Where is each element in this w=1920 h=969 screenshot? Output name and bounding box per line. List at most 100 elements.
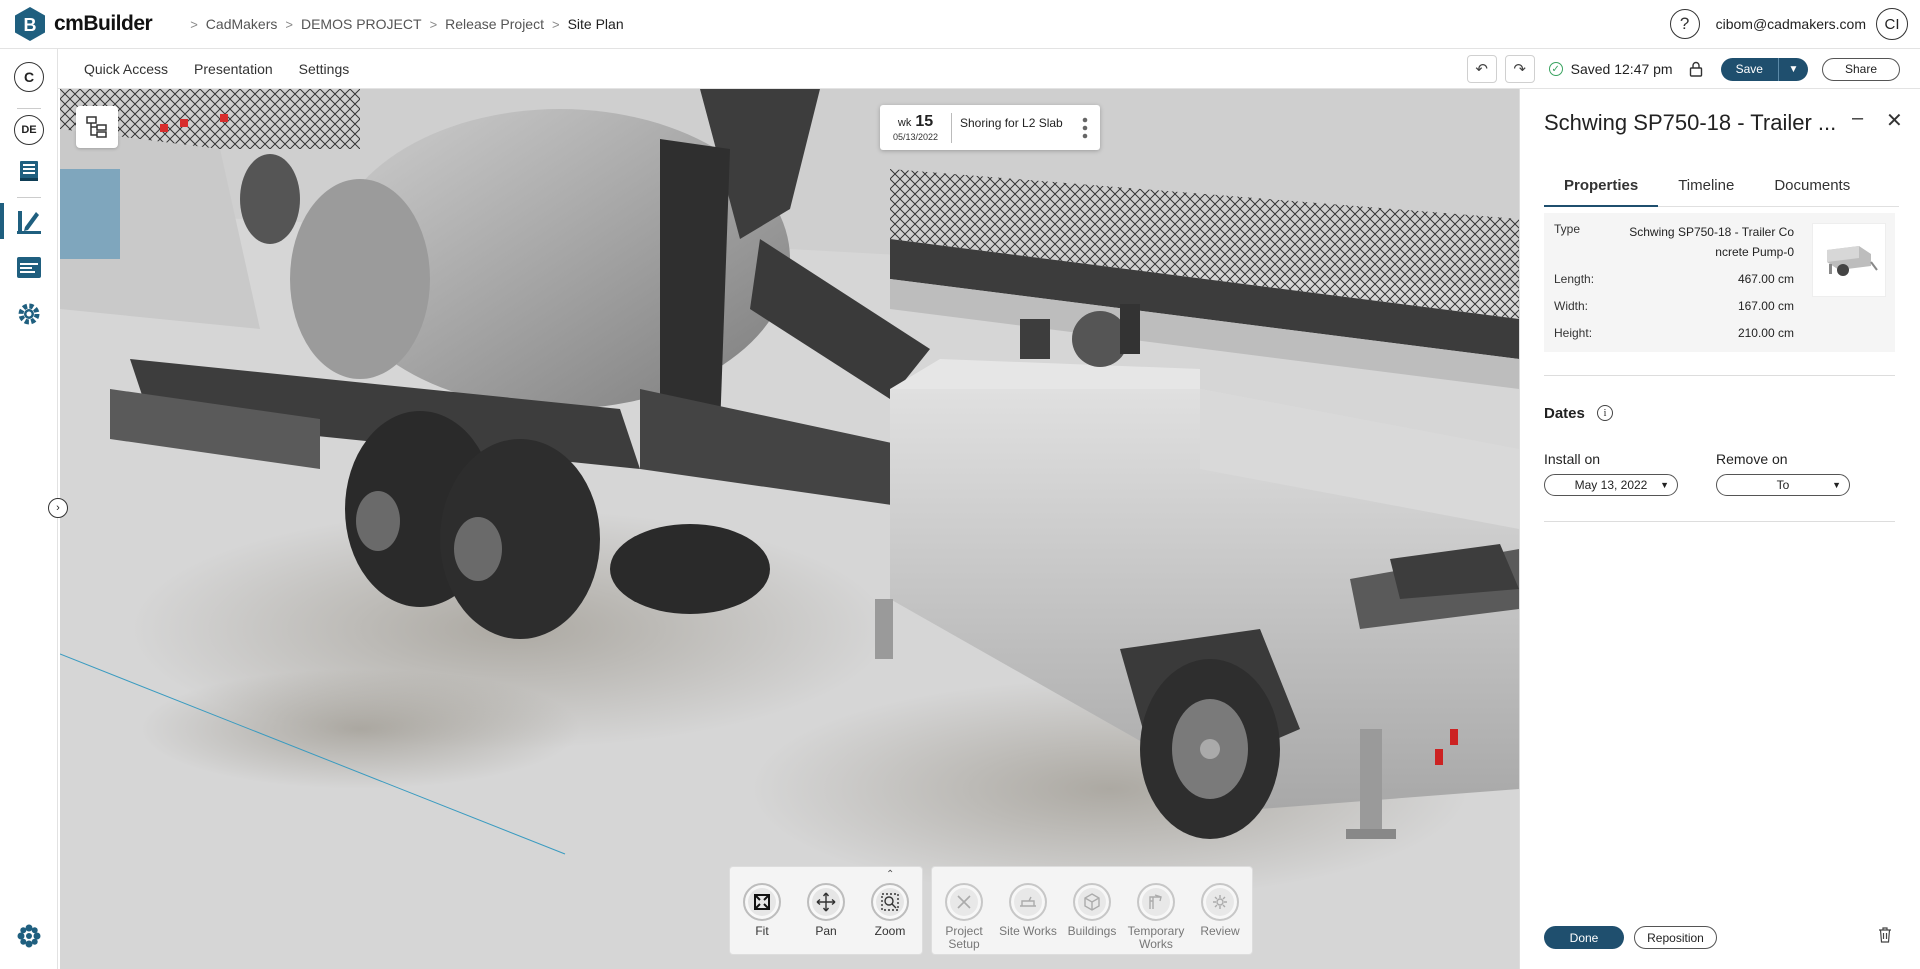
save-dropdown-chevron-icon[interactable]: ▼ xyxy=(1777,57,1808,81)
module-tools: Project Setup Site Works Buildings Tempo… xyxy=(931,866,1253,955)
breadcrumb-separator: > xyxy=(429,16,438,32)
remove-on-label: Remove on xyxy=(1716,451,1788,467)
dates-heading: Dates xyxy=(1544,405,1585,422)
week-task-name: Shoring for L2 Slab xyxy=(960,115,1063,130)
breadcrumb-item-cadmakers[interactable]: CadMakers xyxy=(206,16,278,32)
week-label: wk 15 xyxy=(897,113,934,130)
buildings-icon xyxy=(1073,883,1111,921)
pan-tool[interactable]: Pan xyxy=(796,883,856,954)
buildings-label: Buildings xyxy=(1067,924,1117,938)
avatar[interactable]: CI xyxy=(1876,8,1908,40)
3d-viewport[interactable]: wk 15 05/13/2022 Shoring for L2 Slab xyxy=(60,89,1519,969)
toolbar-right: ↶ ↷ ✓ Saved 12:47 pm Save ▼ Share xyxy=(1459,55,1900,83)
delete-trash-icon[interactable] xyxy=(1878,927,1892,948)
close-icon[interactable]: ✕ xyxy=(1886,108,1903,133)
breadcrumb-item-release-project[interactable]: Release Project xyxy=(445,16,544,32)
zoom-label: Zoom xyxy=(874,924,906,938)
company-badge[interactable]: C xyxy=(14,62,44,92)
saved-check-icon: ✓ xyxy=(1548,62,1563,76)
menu-quick-access[interactable]: Quick Access xyxy=(84,61,168,77)
undo-icon[interactable]: ↶ xyxy=(1466,55,1497,83)
schedule-week-card[interactable]: wk 15 05/13/2022 Shoring for L2 Slab xyxy=(880,105,1100,150)
temporary-works-tool[interactable]: Temporary Works xyxy=(1126,883,1186,954)
site-works-tool[interactable]: Site Works xyxy=(998,883,1058,954)
install-date-select[interactable]: May 13, 2022 ▼ xyxy=(1544,474,1678,496)
minimize-icon[interactable]: – xyxy=(1852,107,1863,130)
tab-documents[interactable]: Documents xyxy=(1754,177,1870,207)
review-icon xyxy=(1201,883,1239,921)
zoom-icon xyxy=(871,883,909,921)
divider xyxy=(1544,375,1895,376)
model-tree-icon[interactable] xyxy=(76,106,118,148)
divider xyxy=(1544,521,1895,522)
menu-settings[interactable]: Settings xyxy=(299,61,350,77)
install-on-label: Install on xyxy=(1544,451,1601,467)
brand-name: cmBuilder xyxy=(54,12,153,35)
site-works-label: Site Works xyxy=(999,924,1057,938)
breadcrumb: > CadMakers > DEMOS PROJECT > Release Pr… xyxy=(182,16,623,32)
saved-text: Saved 12:47 pm xyxy=(1570,61,1673,77)
week-number: 15 xyxy=(915,113,934,130)
type-label: Type xyxy=(1554,222,1581,236)
save-button[interactable]: Save xyxy=(1720,57,1778,81)
expand-rail-chevron-icon[interactable]: › xyxy=(48,498,68,518)
share-button[interactable]: Share xyxy=(1821,57,1900,81)
info-icon[interactable]: i xyxy=(1597,405,1613,421)
equipment-thumbnail xyxy=(1812,223,1886,297)
cmbuilder-logo-icon: B xyxy=(15,7,45,41)
review-label: Review xyxy=(1200,924,1240,938)
project-setup-tool[interactable]: Project Setup xyxy=(934,883,994,954)
settings-gear-icon[interactable] xyxy=(14,299,44,329)
review-tool[interactable]: Review xyxy=(1190,883,1250,954)
schedule-icon[interactable] xyxy=(14,252,44,282)
week-date: 05/13/2022 xyxy=(892,132,939,142)
fit-tool[interactable]: Fit xyxy=(732,883,792,954)
zoom-tool[interactable]: Zoom xyxy=(860,883,920,954)
breadcrumb-separator: > xyxy=(285,16,293,32)
apps-menu-icon[interactable] xyxy=(14,921,44,951)
property-row: Height: 210.00 cm xyxy=(1554,326,1794,340)
menu-presentation[interactable]: Presentation xyxy=(194,61,273,77)
redo-icon[interactable]: ↷ xyxy=(1504,55,1535,83)
save-status: ✓ Saved 12:47 pm xyxy=(1548,61,1673,77)
language-badge[interactable]: DE xyxy=(14,115,44,145)
reposition-button[interactable]: Reposition xyxy=(1634,926,1717,949)
site-works-icon xyxy=(1009,883,1047,921)
rail-divider xyxy=(17,108,41,109)
dropdown-arrow-icon: ▼ xyxy=(1832,480,1841,490)
done-button[interactable]: Done xyxy=(1544,926,1624,949)
app-logo[interactable]: B cmBuilder xyxy=(12,6,153,42)
panel-tabs: Properties Timeline Documents xyxy=(1544,177,1899,207)
active-indicator xyxy=(0,203,4,239)
width-value: 167.00 cm xyxy=(1737,299,1794,313)
length-value: 467.00 cm xyxy=(1737,272,1794,286)
help-icon[interactable]: ? xyxy=(1669,9,1700,39)
breadcrumb-item-demos-project[interactable]: DEMOS PROJECT xyxy=(301,16,422,32)
width-label: Width: xyxy=(1554,299,1589,313)
user-email[interactable]: cibom@cadmakers.com xyxy=(1716,16,1866,32)
design-pencil-icon[interactable] xyxy=(14,206,44,236)
remove-date-select[interactable]: To ▼ xyxy=(1716,474,1850,496)
temporary-works-label: Temporary Works xyxy=(1127,924,1185,951)
project-setup-label: Project Setup xyxy=(945,924,983,951)
svg-text:B: B xyxy=(24,15,37,35)
collapse-toolbar-caret-icon[interactable]: ⌃ xyxy=(886,869,894,880)
properties-panel: Schwing SP750-18 - Trailer ... – ✕ Prope… xyxy=(1519,89,1920,969)
library-icon[interactable] xyxy=(14,156,44,186)
lock-icon[interactable] xyxy=(1685,58,1707,80)
buildings-tool[interactable]: Buildings xyxy=(1062,883,1122,954)
breadcrumb-item-site-plan: Site Plan xyxy=(567,16,624,32)
tab-properties[interactable]: Properties xyxy=(1544,177,1659,207)
type-value: Schwing SP750-18 - Trailer Co ncrete Pum… xyxy=(1629,225,1794,259)
header-user-area: ? cibom@cadmakers.com CI xyxy=(1669,8,1908,40)
properties-box: Type Schwing SP750-18 - Trailer Co ncret… xyxy=(1544,213,1895,352)
pan-label: Pan xyxy=(815,924,837,938)
dropdown-arrow-icon: ▼ xyxy=(1660,480,1669,490)
panel-title: Schwing SP750-18 - Trailer ... xyxy=(1544,110,1837,135)
scene-render[interactable] xyxy=(60,89,1519,969)
tab-timeline[interactable]: Timeline xyxy=(1658,177,1754,207)
pan-icon xyxy=(807,883,845,921)
height-value: 210.00 cm xyxy=(1737,326,1794,340)
property-row: Length: 467.00 cm xyxy=(1554,272,1794,286)
kebab-menu-icon[interactable] xyxy=(1082,117,1088,139)
